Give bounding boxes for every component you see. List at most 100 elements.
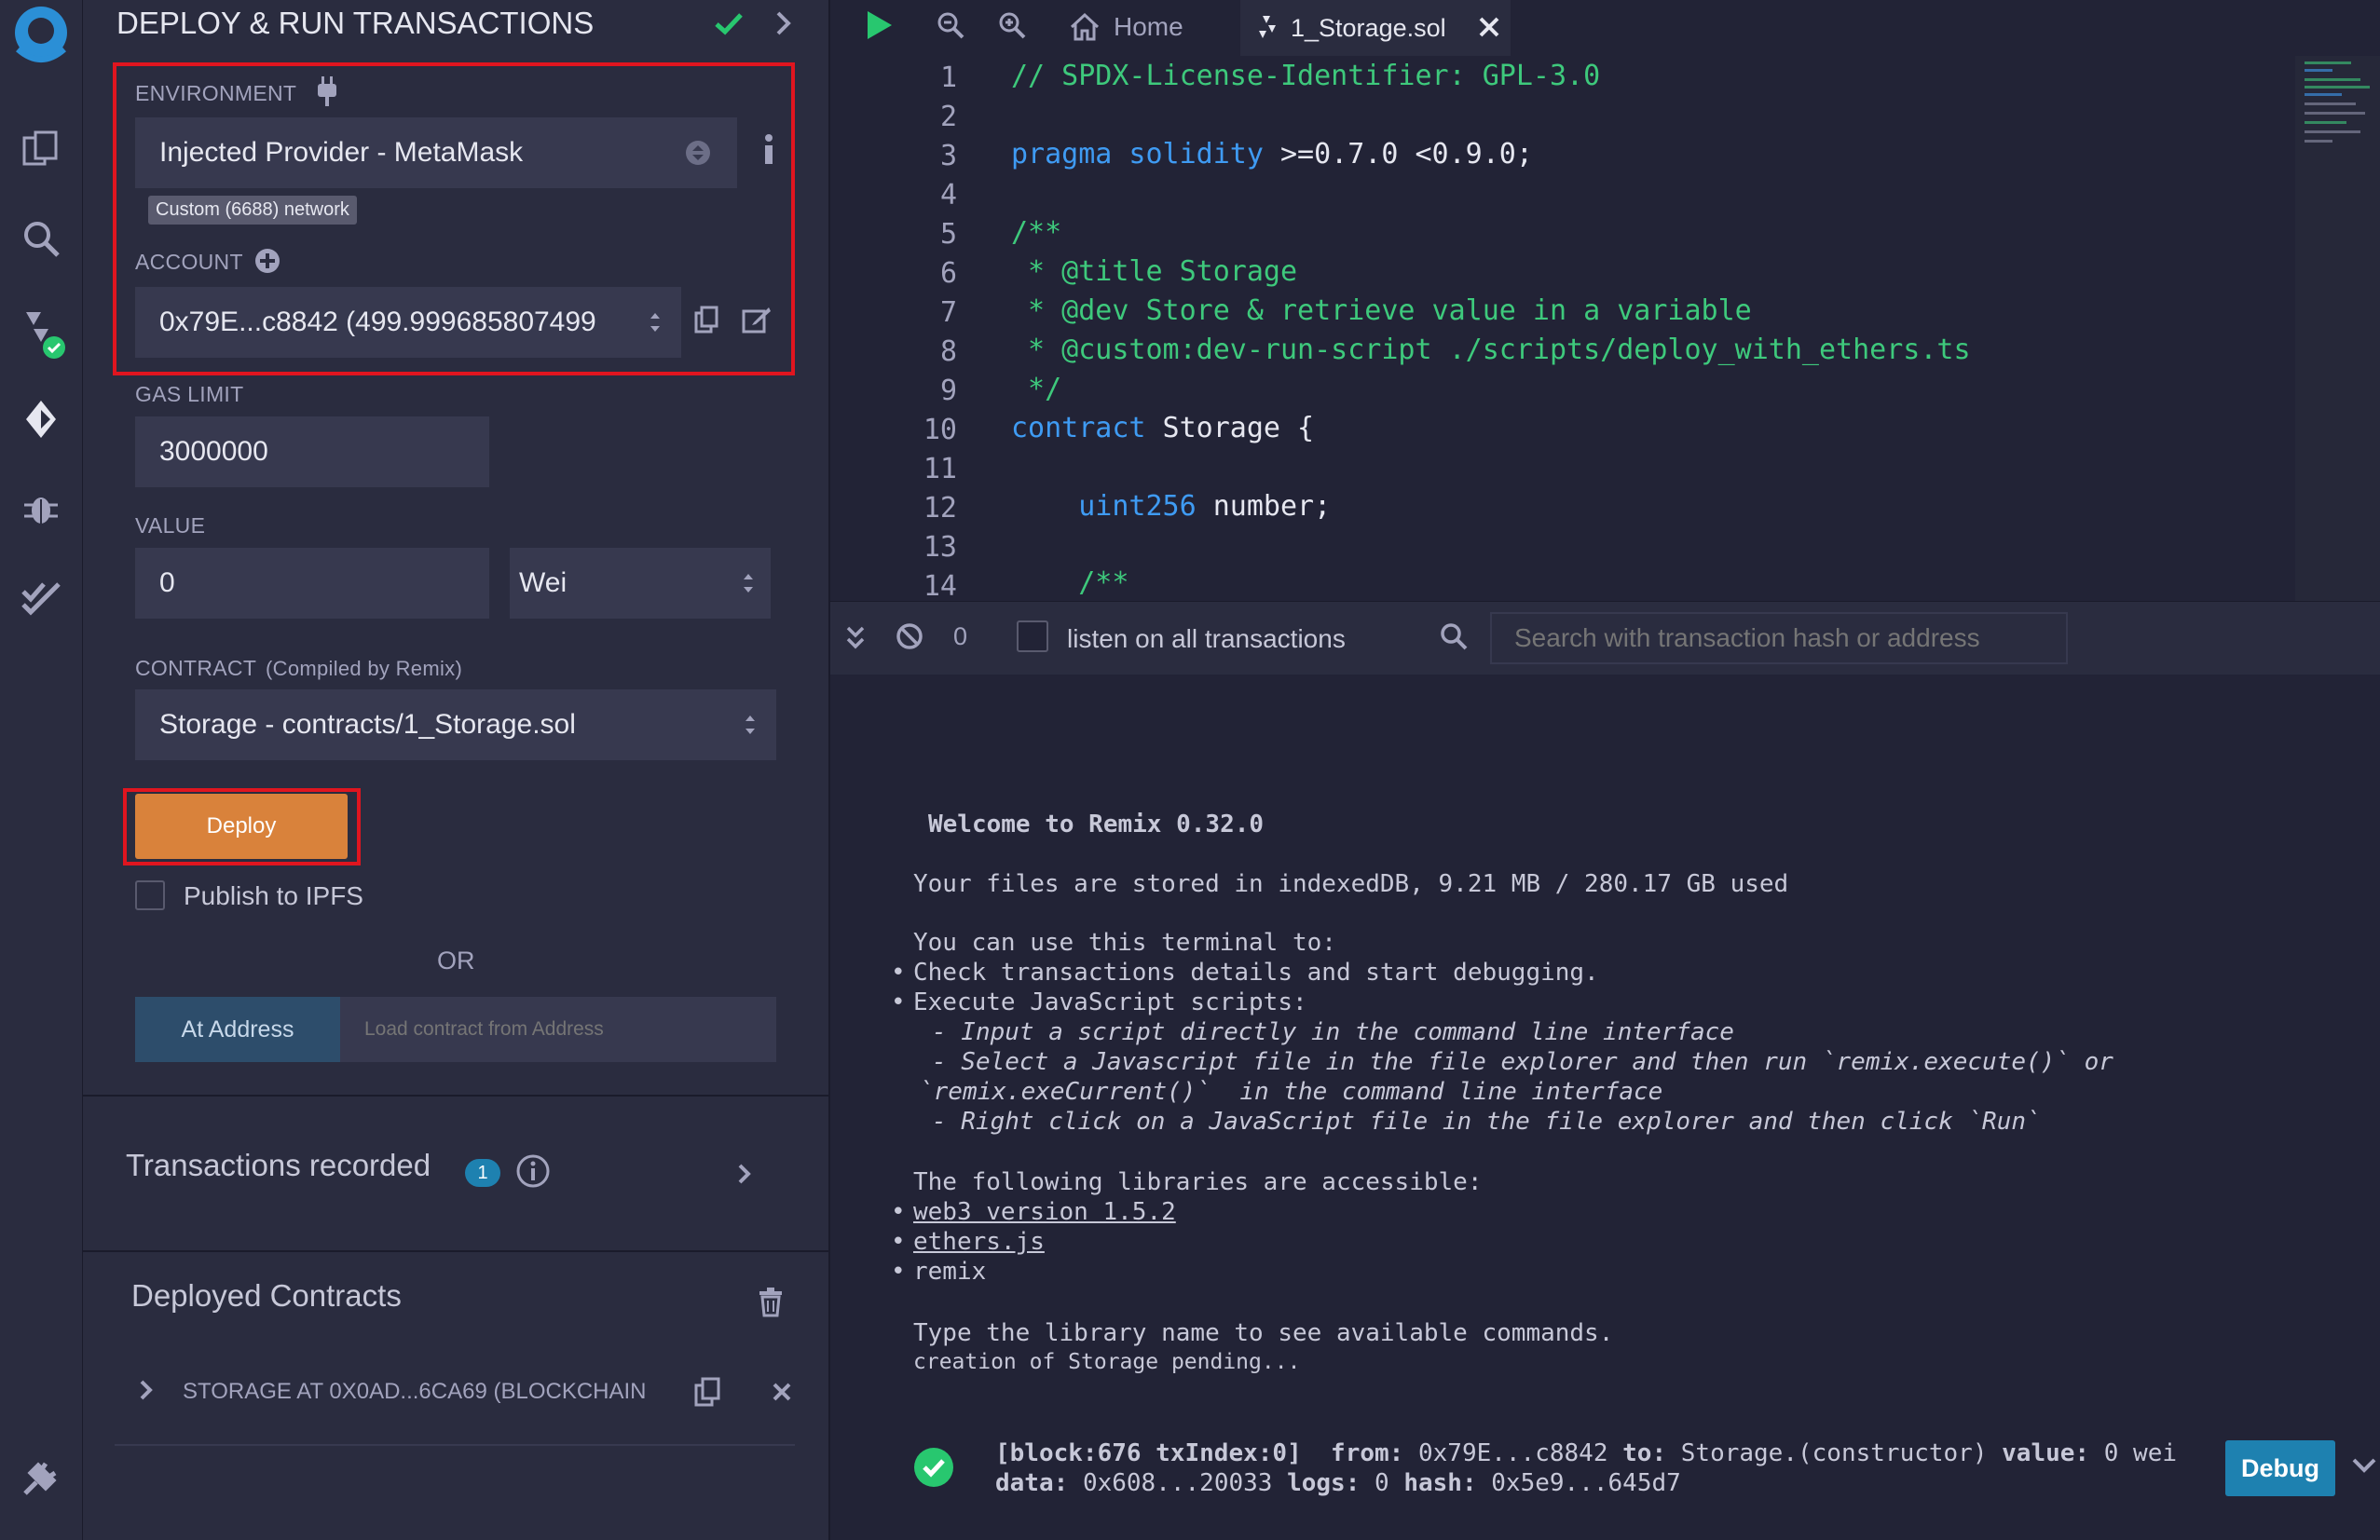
gas-limit-input[interactable]: 3000000 — [135, 416, 489, 487]
tx-value: 0 wei — [2103, 1439, 2178, 1467]
tab-storage-sol[interactable]: 1_Storage.sol — [1240, 0, 1511, 56]
divider — [115, 1444, 795, 1446]
terminal-text: Check transactions details and start deb… — [913, 959, 1599, 987]
tx-summary-line1[interactable]: [block:676 txIndex:0] from: 0x79E...c884… — [995, 1439, 2177, 1467]
listen-checkbox[interactable] — [1017, 620, 1048, 652]
expand-contract-icon[interactable] — [137, 1377, 156, 1408]
info-icon[interactable] — [761, 132, 776, 170]
copy-account-icon[interactable] — [692, 304, 720, 340]
tab-home[interactable]: Home — [1069, 6, 1227, 48]
clear-console-icon[interactable] — [896, 622, 923, 655]
minimap[interactable] — [2295, 56, 2380, 601]
bullet: • — [891, 1258, 906, 1286]
environment-select[interactable]: Injected Provider - MetaMask — [135, 117, 737, 188]
terminal-text: - Right click on a JavaScript file in th… — [932, 1108, 2041, 1136]
line-number: 2 — [939, 101, 957, 133]
code-text: Storage { — [1145, 412, 1315, 444]
network-badge: Custom (6688) network — [148, 196, 357, 225]
edit-icon[interactable] — [741, 304, 773, 340]
chevron-down-icon[interactable] — [2350, 1455, 2378, 1480]
add-account-icon[interactable] — [254, 248, 280, 279]
bullet: • — [891, 988, 906, 1016]
plugin-manager-icon[interactable] — [0, 1450, 82, 1506]
code-line: /** — [1011, 566, 1129, 598]
line-number: 14 — [923, 570, 957, 598]
code-line: * @title Storage — [1011, 255, 1298, 288]
listen-label: listen on all transactions — [1067, 624, 1346, 653]
debugger-icon[interactable] — [0, 481, 82, 537]
chevron-right-icon[interactable] — [773, 9, 795, 42]
tx-hash-label: hash: — [1403, 1469, 1477, 1497]
copy-address-icon[interactable] — [692, 1375, 722, 1413]
publish-ipfs-checkbox[interactable] — [135, 880, 165, 910]
load-address-input[interactable] — [340, 997, 776, 1062]
terminal-text: The following libraries are accessible: — [913, 1168, 1483, 1196]
code-line: */ — [1011, 373, 1062, 405]
search-icon[interactable] — [0, 211, 82, 266]
collapse-terminal-icon[interactable] — [845, 624, 866, 657]
deploy-button[interactable]: Deploy — [135, 794, 348, 859]
tx-summary-line2[interactable]: data: 0x608...20033 logs: 0 hash: 0x5e9.… — [995, 1469, 1681, 1497]
code-line: uint256 number; — [1011, 490, 1331, 523]
environment-label: ENVIRONMENT — [135, 81, 297, 105]
transactions-count-badge: 1 — [465, 1159, 500, 1187]
terminal-text: Execute JavaScript scripts: — [913, 988, 1307, 1016]
storage-text: Your files are stored in indexedDB, 9.21… — [913, 870, 1789, 898]
info-circle-icon[interactable] — [515, 1153, 551, 1193]
divider — [83, 1250, 828, 1252]
tx-data-label: data: — [995, 1469, 1069, 1497]
line-number: 7 — [939, 296, 957, 329]
tx-logs-label: logs: — [1287, 1469, 1361, 1497]
bullet: • — [891, 1228, 906, 1256]
transaction-search-input[interactable] — [1490, 612, 2068, 664]
value-label: VALUE — [135, 513, 206, 538]
transactions-recorded-label: Transactions recorded — [126, 1148, 431, 1182]
deployed-contracts-label: Deployed Contracts — [131, 1278, 402, 1313]
select-arrows-icon — [685, 140, 711, 173]
line-number: 10 — [923, 414, 957, 446]
deploy-run-icon[interactable] — [0, 391, 82, 447]
file-explorer-icon[interactable] — [0, 121, 82, 177]
code-line: // SPDX-License-Identifier: GPL-3.0 — [1011, 60, 1601, 92]
close-tab-icon[interactable] — [1477, 15, 1501, 44]
web3-link[interactable]: web3 version 1.5.2 — [913, 1198, 1176, 1226]
tx-logs: 0 — [1375, 1469, 1389, 1497]
terminal-text: remix — [913, 1258, 987, 1286]
tx-data: 0x608...20033 — [1082, 1469, 1273, 1497]
zoom-in-icon[interactable] — [998, 11, 1026, 44]
debug-button[interactable]: Debug — [2225, 1440, 2335, 1496]
contract-arrows-icon — [743, 710, 758, 747]
unit-testing-icon[interactable] — [0, 568, 82, 624]
contract-select[interactable]: Storage - contracts/1_Storage.sol — [135, 689, 776, 760]
icon-rail — [0, 0, 83, 1540]
code-keyword: contract — [1011, 412, 1146, 444]
search-icon — [1440, 622, 1468, 655]
tx-to-label: to: — [1622, 1439, 1667, 1467]
tx-to: Storage.(constructor) — [1680, 1439, 1988, 1467]
value-unit-select[interactable]: Wei — [510, 548, 771, 619]
line-number: 13 — [923, 531, 957, 564]
account-arrows-icon — [648, 307, 663, 345]
environment-value: Injected Provider - MetaMask — [159, 137, 524, 168]
remix-logo-icon[interactable] — [0, 0, 82, 75]
value-unit: Wei — [519, 567, 568, 598]
value-input[interactable]: 0 — [135, 548, 489, 619]
close-icon[interactable] — [771, 1381, 793, 1408]
code-keyword: uint256 — [1011, 490, 1197, 523]
solidity-file-icon — [1259, 16, 1276, 38]
run-icon[interactable] — [864, 9, 894, 46]
tx-hash: 0x5e9...645d7 — [1491, 1469, 1681, 1497]
solidity-compiler-icon[interactable] — [0, 300, 82, 365]
transactions-expand-icon[interactable] — [735, 1161, 754, 1192]
deploy-panel: DEPLOY & RUN TRANSACTIONS ENVIRONMENT In… — [83, 0, 830, 1540]
ethers-link[interactable]: ethers.js — [913, 1228, 1045, 1256]
zoom-out-icon[interactable] — [937, 11, 964, 44]
deployed-contract-item[interactable]: STORAGE AT 0X0AD...6CA69 (BLOCKCHAIN — [183, 1379, 647, 1405]
trash-icon[interactable] — [758, 1288, 784, 1322]
at-address-button[interactable]: At Address — [135, 997, 340, 1062]
terminal-text: - Select a Javascript file in the file e… — [932, 1048, 2113, 1076]
contract-value: Storage - contracts/1_Storage.sol — [159, 709, 576, 740]
account-select[interactable]: 0x79E...c8842 (499.999685807499 — [135, 287, 681, 358]
tab-file-label: 1_Storage.sol — [1291, 13, 1446, 42]
line-number: 5 — [939, 218, 957, 251]
